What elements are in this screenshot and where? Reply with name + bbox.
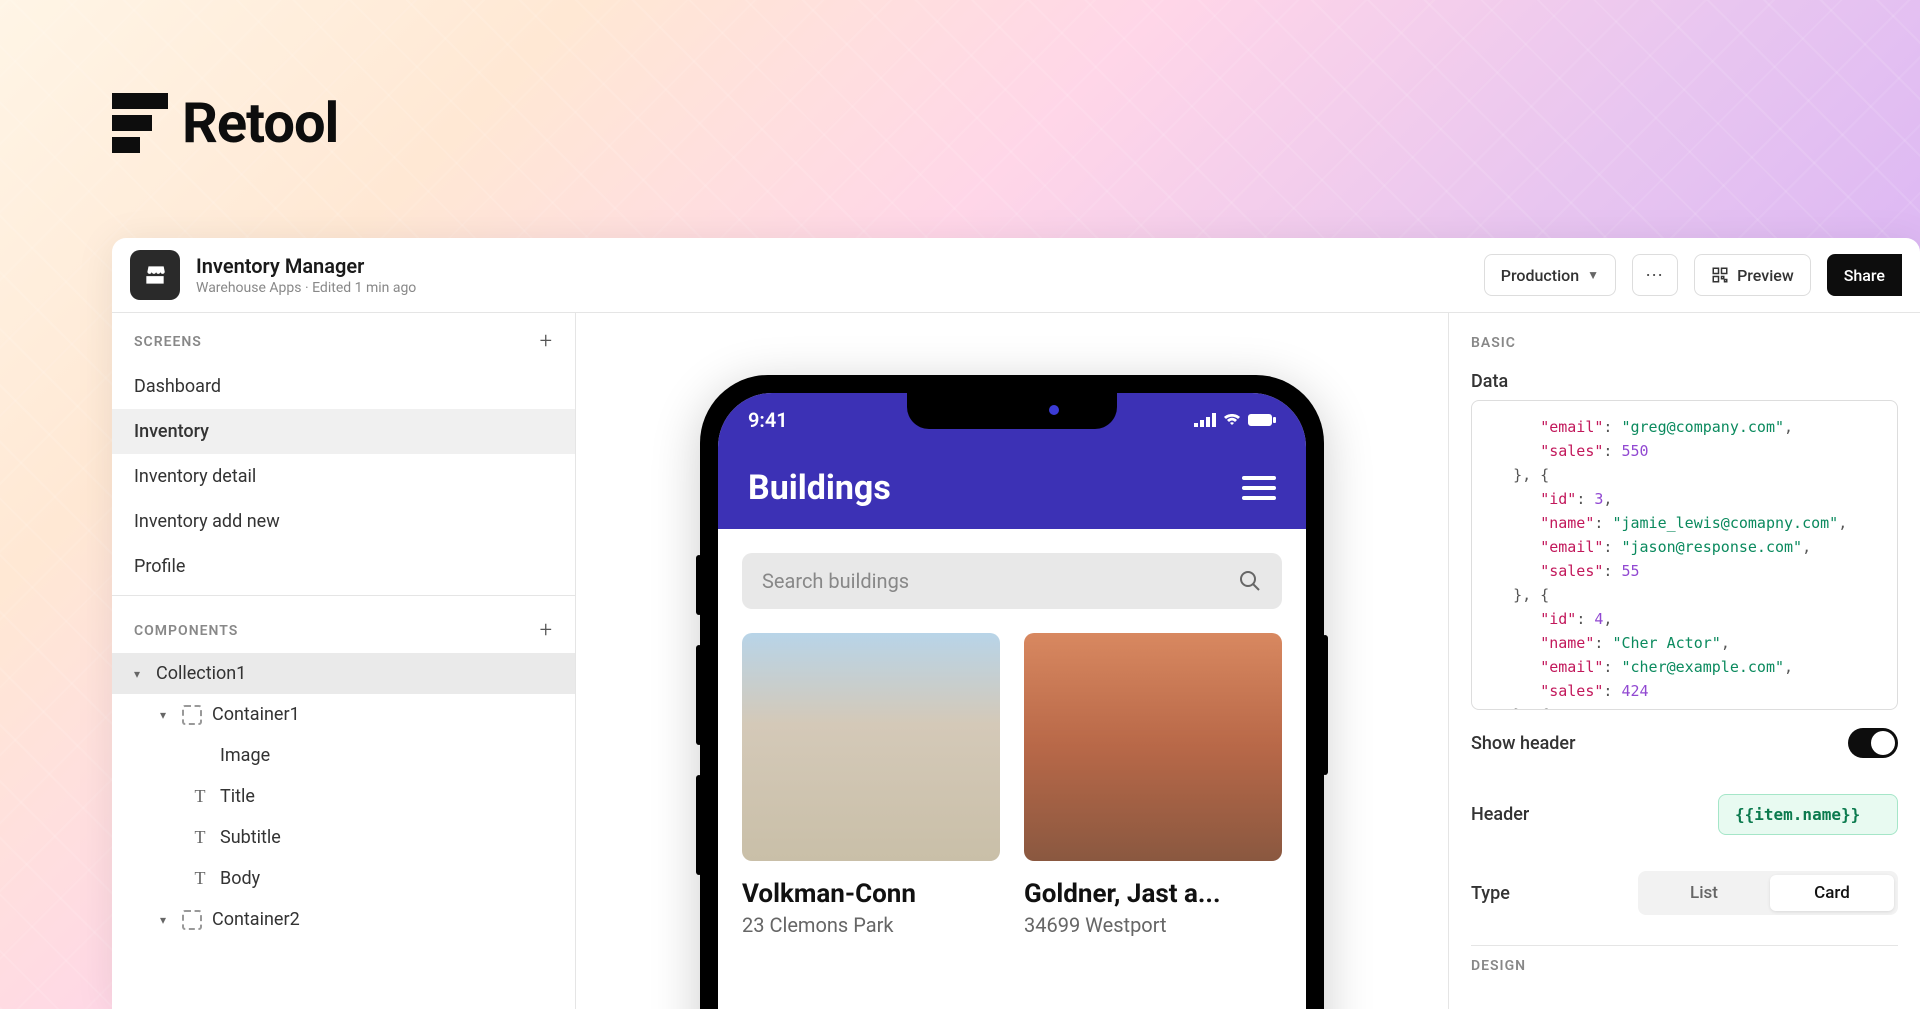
environment-dropdown[interactable]: Production ▼	[1484, 254, 1616, 296]
screen-item-inventory-add-new[interactable]: Inventory add new	[112, 499, 575, 544]
show-header-row: Show header	[1471, 710, 1898, 776]
chevron-down-icon: ▼	[1587, 268, 1599, 282]
app-title: Inventory Manager	[196, 254, 1468, 278]
show-header-toggle[interactable]	[1848, 728, 1898, 758]
share-button[interactable]: Share	[1827, 254, 1902, 296]
wifi-icon	[1222, 413, 1242, 427]
header-expr-row: Header {{item.name}}	[1471, 776, 1898, 853]
app-icon	[130, 250, 180, 300]
navbar-title: Buildings	[748, 468, 891, 508]
data-code-editor[interactable]: "email": "greg@company.com", "sales": 55…	[1471, 400, 1898, 710]
add-component-button[interactable]: +	[540, 618, 553, 643]
building-image	[742, 633, 1000, 861]
phone-side-button	[696, 645, 702, 745]
card-subtitle: 34699 Westport	[1024, 913, 1282, 937]
basic-section-heading: BASIC	[1471, 335, 1898, 351]
add-screen-button[interactable]: +	[540, 329, 553, 354]
phone-side-button	[696, 555, 702, 615]
topbar: Inventory Manager Warehouse Apps · Edite…	[112, 238, 1920, 313]
signal-icon	[1194, 413, 1216, 427]
brand-logo: Retool	[112, 90, 338, 156]
card-title: Volkman-Conn	[742, 879, 1000, 909]
app-subtitle: Warehouse Apps · Edited 1 min ago	[196, 280, 1468, 296]
preview-button[interactable]: Preview	[1694, 254, 1811, 296]
app-navbar: Buildings	[718, 447, 1306, 529]
storefront-icon	[142, 262, 168, 288]
building-card[interactable]: Goldner, Jast a... 34699 Westport	[1024, 633, 1282, 937]
component-image[interactable]: Image	[112, 735, 575, 776]
components-section-header: COMPONENTS +	[112, 602, 575, 653]
more-menu-button[interactable]: ⋯	[1632, 254, 1678, 296]
building-card[interactable]: Volkman-Conn 23 Clemons Park	[742, 633, 1000, 937]
left-sidebar: SCREENS + Dashboard Inventory Inventory …	[112, 313, 576, 1009]
app-meta: Inventory Manager Warehouse Apps · Edite…	[196, 254, 1468, 296]
brand-bars-icon	[112, 93, 168, 153]
dots-horizontal-icon: ⋯	[1645, 265, 1665, 286]
component-collection1[interactable]: ▾ Collection1	[112, 653, 575, 694]
building-image	[1024, 633, 1282, 861]
phone-side-button	[696, 775, 702, 875]
chevron-down-icon: ▾	[134, 667, 146, 681]
type-option-list[interactable]: List	[1642, 875, 1766, 911]
sidebar-divider	[112, 595, 575, 596]
component-title[interactable]: T Title	[112, 776, 575, 817]
header-expr-label: Header	[1471, 804, 1529, 825]
chevron-down-icon: ▾	[160, 913, 172, 927]
component-body[interactable]: T Body	[112, 858, 575, 899]
phone-notch	[907, 393, 1117, 429]
inspector-divider	[1471, 945, 1898, 946]
menu-button[interactable]	[1242, 476, 1276, 500]
type-label: Type	[1471, 883, 1510, 904]
show-header-label: Show header	[1471, 733, 1575, 754]
component-container1[interactable]: ▾ Container1	[112, 694, 575, 735]
component-subtitle[interactable]: T Subtitle	[112, 817, 575, 858]
search-placeholder: Search buildings	[762, 569, 909, 593]
container-icon	[182, 705, 202, 725]
header-expression-input[interactable]: {{item.name}}	[1718, 794, 1898, 835]
card-title: Goldner, Jast a...	[1024, 879, 1282, 909]
search-icon	[1238, 569, 1262, 593]
type-row: Type List Card	[1471, 853, 1898, 933]
type-segmented-control[interactable]: List Card	[1638, 871, 1898, 915]
search-input[interactable]: Search buildings	[742, 553, 1282, 609]
brand-wordmark: Retool	[182, 90, 338, 156]
text-icon: T	[190, 828, 210, 848]
body-row: SCREENS + Dashboard Inventory Inventory …	[112, 313, 1920, 1009]
container-icon	[182, 910, 202, 930]
screen-item-inventory[interactable]: Inventory	[112, 409, 575, 454]
component-container2[interactable]: ▾ Container2	[112, 899, 575, 940]
app-window: Inventory Manager Warehouse Apps · Edite…	[112, 238, 1920, 1009]
type-option-card[interactable]: Card	[1770, 875, 1894, 911]
canvas: 9:41 Buildings	[576, 313, 1448, 1009]
design-section-heading: DESIGN	[1471, 958, 1898, 974]
phone-screen: 9:41 Buildings	[718, 393, 1306, 1009]
data-label: Data	[1471, 371, 1898, 392]
screens-section-header: SCREENS +	[112, 313, 575, 364]
qr-icon	[1711, 266, 1729, 284]
text-icon: T	[190, 869, 210, 889]
battery-icon	[1248, 413, 1276, 427]
chevron-down-icon: ▾	[160, 708, 172, 722]
phone-frame: 9:41 Buildings	[700, 375, 1324, 1009]
text-icon: T	[190, 787, 210, 807]
screen-item-profile[interactable]: Profile	[112, 544, 575, 589]
inspector-panel: BASIC Data "email": "greg@company.com", …	[1448, 313, 1920, 1009]
status-time: 9:41	[748, 408, 788, 432]
screen-item-dashboard[interactable]: Dashboard	[112, 364, 575, 409]
card-subtitle: 23 Clemons Park	[742, 913, 1000, 937]
screen-item-inventory-detail[interactable]: Inventory detail	[112, 454, 575, 499]
phone-side-button	[1322, 635, 1328, 775]
